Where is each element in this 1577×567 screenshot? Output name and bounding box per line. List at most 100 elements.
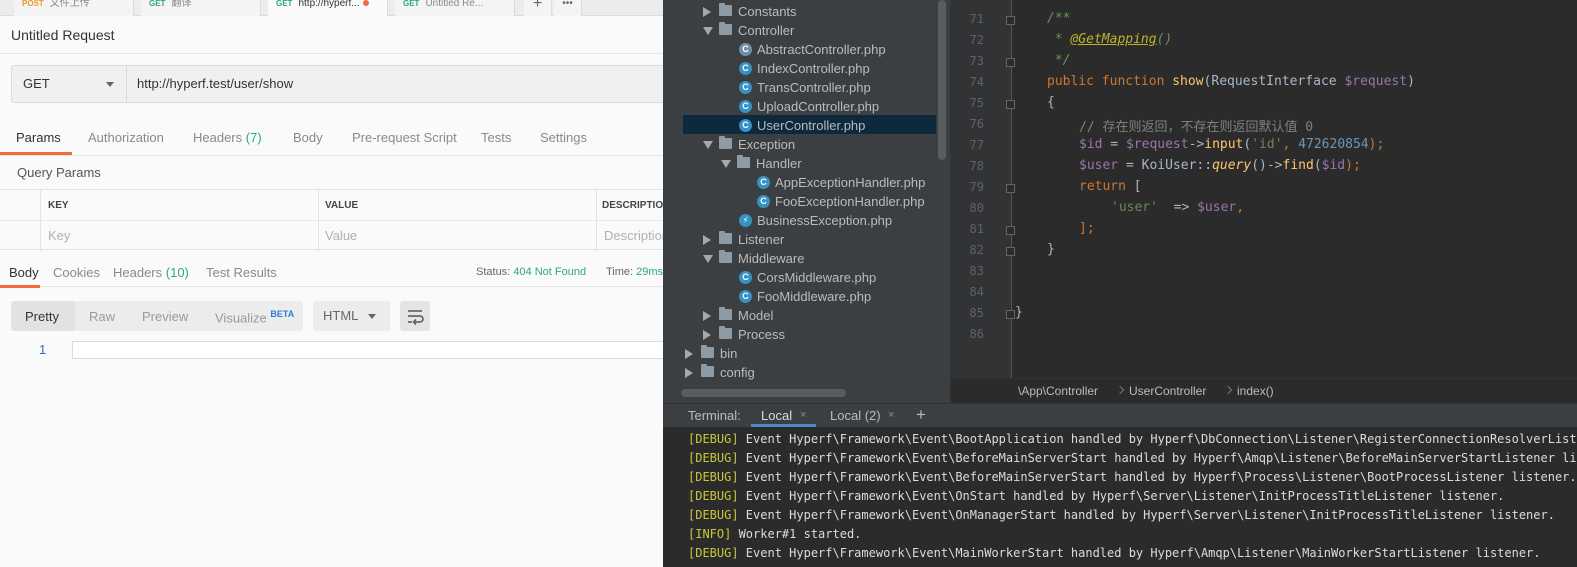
tree-item[interactable]: C CorsMiddleware.php — [739, 268, 876, 287]
column-header-description: DESCRIPTION — [602, 200, 663, 211]
terminal-output[interactable]: [DEBUG] Event Hyperf\Framework\Event\Boo… — [663, 427, 1577, 567]
terminal-tab-local[interactable]: Local — [761, 408, 792, 423]
view-pretty[interactable]: Pretty — [25, 309, 59, 324]
tab-tests[interactable]: Tests — [481, 130, 511, 145]
tab-settings[interactable]: Settings — [540, 130, 587, 145]
exception-class-icon: ⚡ — [739, 214, 752, 227]
fold-marker-icon[interactable] — [1006, 58, 1015, 67]
tree-item[interactable]: C UploadController.php — [739, 97, 879, 116]
tree-item[interactable]: Middleware — [703, 249, 804, 268]
tree-item[interactable]: C FooMiddleware.php — [739, 287, 871, 306]
wrap-lines-button[interactable] — [400, 301, 430, 331]
tab-headers[interactable]: Headers (7) — [193, 130, 262, 145]
class-icon: C — [739, 290, 752, 303]
divider — [0, 53, 663, 54]
breadcrumb-class[interactable]: UserController — [1129, 384, 1206, 398]
tree-item[interactable]: Exception — [703, 135, 795, 154]
tree-item[interactable]: C IndexController.php — [739, 59, 870, 78]
tab-more-button[interactable]: ••• — [554, 0, 582, 16]
fold-marker-icon[interactable] — [1006, 100, 1015, 109]
log-level: [INFO] — [688, 527, 732, 541]
code-token: ); — [1345, 158, 1361, 173]
close-icon[interactable]: × — [800, 409, 806, 421]
response-status: Status: 404 Not Found — [476, 266, 586, 278]
request-tab-untitled[interactable]: GET Untitled Re... — [395, 0, 515, 16]
new-tab-button[interactable]: + — [524, 0, 552, 16]
tree-item[interactable]: ⚡ BusinessException.php — [739, 211, 892, 230]
tree-item[interactable]: bin — [685, 344, 737, 363]
tab-authorization[interactable]: Authorization — [88, 130, 164, 145]
view-preview[interactable]: Preview — [142, 309, 188, 324]
folder-icon — [701, 364, 714, 377]
breadcrumb-namespace[interactable]: \App\Controller — [1018, 384, 1098, 398]
variable: $id — [1321, 158, 1346, 173]
docblock-close: */ — [1047, 53, 1071, 68]
fold-marker-icon[interactable] — [1006, 16, 1015, 25]
tab-params[interactable]: Params — [16, 130, 61, 145]
tree-item-label: FooMiddleware.php — [757, 289, 872, 304]
query-params-table: KEY VALUE DESCRIPTION Key Value Descript… — [0, 189, 663, 251]
fold-marker-icon[interactable] — [1006, 247, 1015, 256]
tree-item[interactable]: C AppExceptionHandler.php — [757, 173, 925, 192]
class-icon: C — [739, 81, 752, 94]
fold-marker-icon[interactable] — [1006, 184, 1015, 193]
tree-item[interactable]: C TransController.php — [739, 78, 871, 97]
tab-body[interactable]: Body — [293, 130, 323, 145]
column-header-key: KEY — [48, 200, 69, 211]
docblock-open: /** — [1047, 11, 1071, 26]
terminal-line: [DEBUG] Event Hyperf\Framework\Event\Mai… — [688, 546, 1541, 560]
log-level: [DEBUG] — [688, 451, 739, 465]
line-number: 72 — [969, 33, 984, 47]
response-tab-cookies[interactable]: Cookies — [53, 265, 100, 280]
code-token: ()-> — [1251, 158, 1283, 173]
request-tab-upload[interactable]: POST 文件上传 — [14, 0, 134, 16]
folder-icon — [719, 231, 732, 244]
class-icon: C — [739, 62, 752, 75]
horizontal-scrollbar[interactable] — [681, 389, 846, 397]
key-input[interactable]: Key — [48, 228, 70, 243]
breadcrumb-method[interactable]: index() — [1237, 384, 1274, 398]
view-visualize[interactable]: Visualize BETA — [215, 309, 294, 325]
visualize-label: Visualize — [215, 310, 267, 326]
tree-item[interactable]: Listener — [703, 230, 784, 249]
view-raw[interactable]: Raw — [89, 309, 115, 324]
response-tab-body[interactable]: Body — [9, 265, 39, 280]
tab-pre-request-script[interactable]: Pre-request Script — [352, 130, 457, 145]
vertical-scrollbar[interactable] — [938, 0, 946, 160]
fold-marker-icon[interactable] — [1006, 226, 1015, 235]
format-select[interactable]: HTML — [313, 301, 390, 331]
tree-item[interactable]: C AbstractController.php — [739, 40, 886, 59]
tree-item[interactable]: C FooExceptionHandler.php — [757, 192, 925, 211]
request-tab-current[interactable]: GET http://hyperf... — [268, 0, 388, 16]
url-input[interactable]: http://hyperf.test/user/show — [127, 65, 663, 103]
value-input[interactable]: Value — [325, 228, 357, 243]
request-tab-translate[interactable]: GET 翻译 — [141, 0, 261, 16]
tree-item[interactable]: Process — [703, 325, 785, 344]
line-number: 85 — [969, 306, 984, 320]
code-editor[interactable]: 71 72 73 74 75 76 77 78 79 80 81 82 83 8… — [951, 0, 1577, 378]
function-name: input — [1204, 137, 1244, 152]
string-literal: 'user' — [1111, 200, 1158, 215]
tree-item[interactable]: Model — [703, 306, 773, 325]
fold-marker-icon[interactable] — [1006, 310, 1015, 319]
terminal-tab-local-2[interactable]: Local (2) — [830, 408, 881, 423]
terminal-line: [DEBUG] Event Hyperf\Framework\Event\OnS… — [688, 489, 1504, 503]
method-select[interactable]: GET — [11, 65, 127, 103]
folder-icon — [719, 3, 732, 16]
variable: $user — [1197, 200, 1237, 215]
new-terminal-button[interactable]: + — [916, 405, 926, 425]
response-editor[interactable] — [72, 341, 663, 359]
tree-item-selected[interactable]: C UserController.php — [739, 116, 865, 135]
tree-item[interactable]: Controller — [703, 21, 794, 40]
response-tab-test-results[interactable]: Test Results — [206, 265, 277, 280]
class-icon: C — [757, 176, 770, 189]
log-text: Worker#1 started. — [731, 527, 862, 541]
tree-item[interactable]: Constants — [703, 2, 797, 21]
close-icon[interactable]: × — [888, 409, 894, 421]
tree-item-label: bin — [720, 346, 738, 361]
tree-item[interactable]: Handler — [721, 154, 802, 173]
response-tab-headers[interactable]: Headers (10) — [113, 265, 189, 280]
description-input[interactable]: Description — [604, 228, 663, 243]
request-title[interactable]: Untitled Request — [11, 27, 115, 43]
tree-item[interactable]: config — [685, 363, 755, 382]
